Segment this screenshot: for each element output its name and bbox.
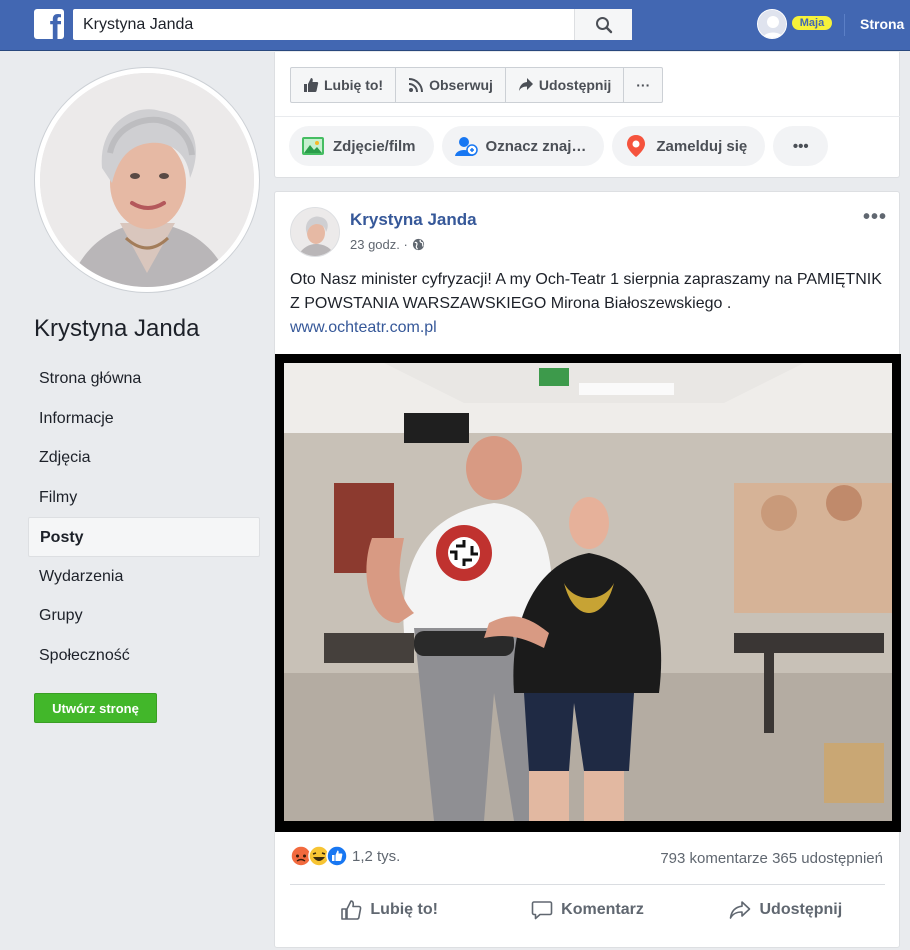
sidebar-item-community[interactable]: Społeczność <box>28 636 260 676</box>
search-input[interactable] <box>73 9 573 40</box>
user-avatar[interactable] <box>757 9 787 39</box>
sidebar-item-about[interactable]: Informacje <box>28 399 260 439</box>
post-author-name[interactable]: Krystyna Janda <box>350 210 477 230</box>
like-reaction-icon <box>326 845 348 867</box>
location-pin-icon <box>627 135 646 157</box>
facebook-logo-icon[interactable]: f <box>34 9 64 39</box>
post-body: Oto Nasz minister cyfryzacji! A my Och-T… <box>290 271 882 312</box>
sidebar-item-videos[interactable]: Filmy <box>28 478 260 518</box>
share-page-button[interactable]: Udostępnij <box>506 68 625 102</box>
sidebar-item-home[interactable]: Strona główna <box>28 359 260 399</box>
more-options-button[interactable]: ··· <box>624 68 662 102</box>
home-nav-link[interactable]: Strona <box>860 16 904 32</box>
tag-friends-icon <box>454 137 478 156</box>
post-photo-image <box>284 363 892 821</box>
search-button[interactable] <box>574 9 632 40</box>
sidebar-item-posts[interactable]: Posty <box>28 517 260 557</box>
photo-video-button[interactable]: Zdjęcie/film <box>289 126 434 166</box>
user-name-link[interactable]: Maja <box>792 16 832 30</box>
comment-button[interactable]: Komentarz <box>488 888 686 932</box>
page-action-buttons: Lubię to! Obserwuj Udostępnij ··· <box>290 67 664 103</box>
comment-icon <box>531 901 553 920</box>
sidebar-item-groups[interactable]: Grupy <box>28 596 260 636</box>
create-page-button[interactable]: Utwórz stronę <box>34 693 157 723</box>
post-card: Krystyna Janda 23 godz. · ••• Oto Nasz m… <box>274 191 901 948</box>
thumbs-up-outline-icon <box>341 900 362 920</box>
photo-icon <box>302 137 324 155</box>
thumbs-up-icon <box>304 78 319 92</box>
like-page-button[interactable]: Lubię to! <box>291 68 397 102</box>
sidebar-item-photos[interactable]: Zdjęcia <box>28 438 260 478</box>
check-in-button[interactable]: Zamelduj się <box>612 126 766 166</box>
post-text: Oto Nasz minister cyfryzacji! A my Och-T… <box>290 268 890 340</box>
reactions-summary[interactable]: 1,2 tys. <box>290 845 400 867</box>
like-post-button[interactable]: Lubię to! <box>290 888 488 932</box>
post-timestamp[interactable]: 23 godz. · <box>350 237 425 252</box>
tag-friends-button[interactable]: Oznacz znaj… <box>441 126 605 166</box>
rss-icon <box>408 78 424 93</box>
post-photo[interactable] <box>275 354 901 832</box>
composer-options: Zdjęcie/film Oznacz znaj… Zamelduj się •… <box>289 126 836 166</box>
engagement-stats: 793 komentarze 365 udostępnień <box>660 850 883 867</box>
divider <box>275 116 901 117</box>
post-author-avatar[interactable] <box>290 207 340 257</box>
share-arrow-icon <box>518 78 533 91</box>
comments-count[interactable]: 793 komentarze <box>660 850 768 867</box>
share-outline-icon <box>730 901 751 919</box>
sidebar-item-events[interactable]: Wydarzenia <box>28 557 260 597</box>
page-actions-card: Lubię to! Obserwuj Udostępnij ··· Zdjęci… <box>274 52 901 178</box>
globe-icon <box>412 238 424 251</box>
post-options-icon[interactable]: ••• <box>863 206 887 229</box>
sidebar-nav: Strona główna Informacje Zdjęcia Filmy P… <box>28 359 260 675</box>
topbar-divider <box>844 14 845 36</box>
divider <box>290 884 885 885</box>
top-navigation-bar: f Maja Strona <box>0 0 910 51</box>
search-icon <box>595 16 612 33</box>
follow-button[interactable]: Obserwuj <box>396 68 506 102</box>
profile-picture[interactable] <box>34 67 260 293</box>
post-action-bar: Lubię to! Komentarz Udostępnij <box>290 888 885 932</box>
page-title[interactable]: Krystyna Janda <box>34 315 199 343</box>
reactions-count: 1,2 tys. <box>352 847 401 865</box>
share-post-button[interactable]: Udostępnij <box>687 888 885 932</box>
composer-more-button[interactable]: ••• <box>773 126 829 166</box>
search-box <box>73 9 632 40</box>
shares-count[interactable]: 365 udostępnień <box>772 850 883 867</box>
post-link[interactable]: www.ochteatr.com.pl <box>290 316 890 340</box>
